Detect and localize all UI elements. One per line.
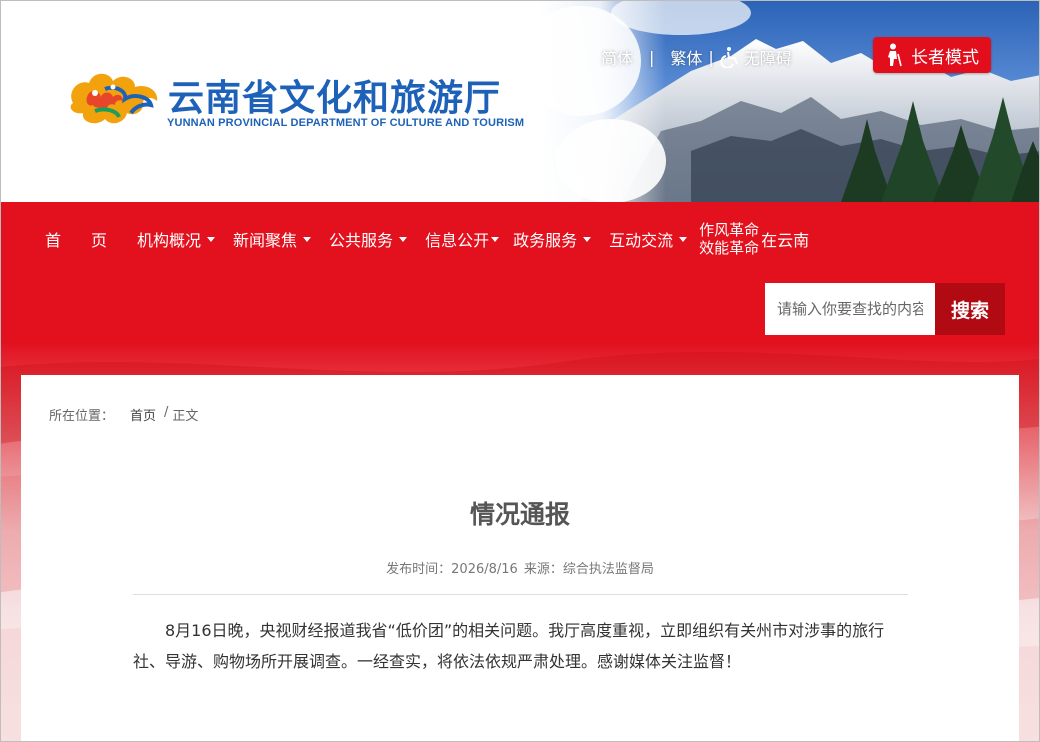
nav-item-institution[interactable]: 机构概况 — [137, 227, 216, 251]
elder-person-icon — [888, 43, 902, 67]
site-subtitle: YUNNAN PROVINCIAL DEPARTMENT OF CULTURE … — [167, 117, 525, 129]
nav-item-news[interactable]: 新闻聚焦 — [233, 227, 312, 251]
breadcrumb-separator: / — [164, 405, 169, 420]
simplified-chinese-link[interactable]: 简体 — [601, 45, 633, 69]
nav-item-style-revolution[interactable]: 作风革命 效能革命 在云南 — [699, 221, 810, 257]
breadcrumb-label: 所在位置： — [49, 409, 115, 424]
caret-down-icon — [491, 236, 500, 242]
article-meta: 发布时间：2026/8/16 来源：综合执法监督局 — [21, 558, 1019, 577]
search-button[interactable]: 搜索 — [935, 283, 1005, 335]
top-links: 简体 | 繁体 | 无障碍 — [601, 43, 792, 71]
elder-mode-label: 长者模式 — [911, 47, 979, 68]
top-links-separator: | — [649, 47, 655, 67]
article-card: 所在位置： 首页 / 正文 情况通报 发布时间：2026/8/16 来源：综合执法… — [21, 375, 1019, 741]
nav-item-interaction[interactable]: 互动交流 — [609, 227, 688, 251]
site-header: 云南省文化和旅游厅 YUNNAN PROVINCIAL DEPARTMENT O… — [1, 1, 1039, 202]
article-body: 8月16日晚，央视财经报道我省“低价团”的相关问题。我厅高度重视，立即组织有关州… — [133, 621, 885, 671]
nav-menu: 首页 机构概况 新闻聚焦 公共服务 信息公开 政务服务 互动交流 作风革命 效能… — [45, 221, 810, 257]
article-title: 情况通报 — [469, 500, 570, 529]
site-title: 云南省文化和旅游厅 — [168, 78, 502, 119]
publish-label: 发布时间： — [386, 562, 452, 577]
breadcrumb-current: 正文 — [172, 409, 199, 424]
nav-item-label: 机构概况 — [137, 231, 202, 250]
cloud-logo-icon — [70, 73, 158, 124]
mountain-banner-image — [541, 1, 1039, 202]
caret-down-icon — [399, 236, 408, 242]
meta-divider — [133, 594, 908, 595]
caret-down-icon — [303, 236, 312, 242]
publish-date: 2026/8/16 — [451, 562, 518, 577]
top-links-separator: | — [708, 47, 714, 67]
page-frame: 云南省文化和旅游厅 YUNNAN PROVINCIAL DEPARTMENT O… — [0, 0, 1040, 742]
nav-stack-line1: 作风革命 — [699, 221, 760, 239]
nav-item-label: 新闻聚焦 — [233, 231, 298, 250]
breadcrumb: 所在位置： 首页 / 正文 — [49, 405, 198, 424]
nav-item-public-service[interactable]: 公共服务 — [329, 227, 408, 251]
accessibility-link[interactable]: 无障碍 — [744, 45, 792, 69]
search-input[interactable] — [765, 283, 935, 335]
accessibility-icon[interactable] — [720, 46, 742, 68]
source-value: 综合执法监督局 — [562, 562, 654, 577]
nav-item-label: 首页 — [45, 231, 138, 250]
elder-mode-button[interactable]: 长者模式 — [873, 37, 991, 73]
breadcrumb-home-link[interactable]: 首页 — [130, 405, 156, 424]
nav-item-label: 互动交流 — [609, 231, 674, 250]
nav-item-label: 政务服务 — [513, 231, 578, 250]
nav-item-label: 公共服务 — [329, 231, 394, 250]
caret-down-icon — [207, 236, 216, 242]
nav-item-home[interactable]: 首页 — [45, 227, 137, 251]
nav-stack-line2: 效能革命 — [699, 239, 760, 257]
nav-stack-labels: 作风革命 效能革命 — [699, 221, 759, 257]
source-label: 来源： — [523, 562, 563, 577]
nav-item-info-disclosure[interactable]: 信息公开 — [425, 227, 500, 251]
nav-stack-suffix: 在云南 — [761, 231, 810, 250]
nav-item-government-service[interactable]: 政务服务 — [513, 227, 592, 251]
nav-item-label: 信息公开 — [425, 231, 490, 250]
traditional-chinese-link[interactable]: 繁体 — [670, 45, 702, 69]
caret-down-icon — [583, 236, 592, 242]
caret-down-icon — [679, 236, 688, 242]
